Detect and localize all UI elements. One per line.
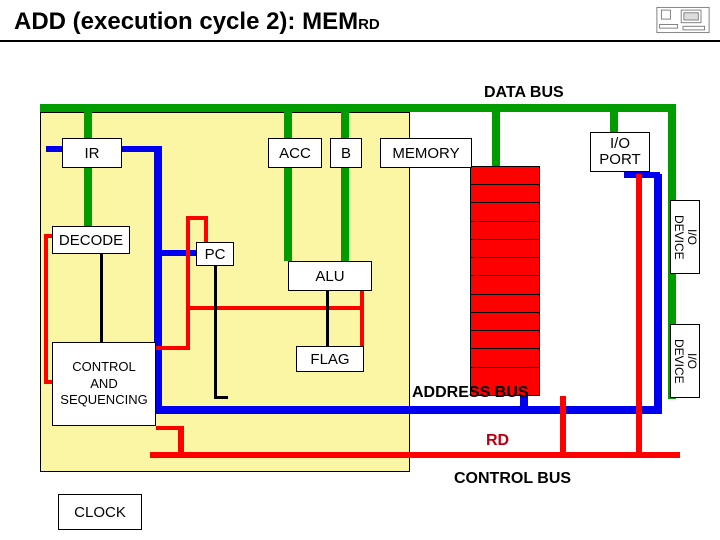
control-bus-riser-io	[636, 174, 642, 458]
pc-register: PC	[196, 242, 234, 266]
title-main: ADD (execution cycle 2): MEM	[14, 8, 358, 35]
wire-decode-cas	[100, 254, 103, 342]
clock-block: CLOCK	[58, 494, 142, 530]
wire-databus-iop	[610, 104, 618, 132]
wire-alu-flag	[326, 290, 329, 346]
wire-databus-ir	[84, 104, 92, 138]
memory-row	[471, 240, 539, 258]
ir-label: IR	[85, 145, 100, 162]
memory-row	[471, 258, 539, 276]
clock-label: CLOCK	[74, 504, 126, 521]
rd-signal-label: RD	[486, 432, 509, 450]
wire-ctrl-cas-tap	[156, 426, 184, 430]
memory-row	[471, 276, 539, 294]
wire-cas-pc-drop	[204, 216, 208, 244]
io-device-2: I/O DEVICE	[670, 324, 700, 398]
flag-register: FLAG	[296, 346, 364, 372]
control-and-sequencing-block: CONTROL AND SEQUENCING	[52, 342, 156, 426]
memory-row	[471, 295, 539, 313]
memory-block: MEMORY	[380, 138, 472, 168]
alu-label: ALU	[315, 268, 344, 285]
title-sub: RD	[358, 16, 380, 33]
wire-addr-iop	[624, 172, 660, 178]
wire-acc-alu	[284, 168, 292, 261]
acc-register: ACC	[268, 138, 322, 168]
b-register: B	[330, 138, 362, 168]
wire-databus-b	[341, 104, 349, 138]
memory-label: MEMORY	[392, 145, 459, 162]
wire-ir-decode	[84, 168, 92, 226]
wire-pc-addr-h	[214, 396, 228, 399]
control-bus-riser-mem	[560, 396, 566, 458]
wire-databus-mem	[492, 104, 500, 166]
memory-row	[471, 203, 539, 221]
memory-row	[471, 222, 539, 240]
io-device-2-label: I/O DEVICE	[671, 325, 699, 397]
wire-b-alu	[341, 168, 349, 261]
diagram-stage: IR ACC B MEMORY I/O PORT DECODE PC ALU F…	[0, 46, 720, 540]
address-bus-main	[154, 406, 662, 414]
memory-row	[471, 349, 539, 367]
control-bus-label: CONTROL BUS	[454, 470, 571, 488]
b-label: B	[341, 145, 351, 162]
memory-row	[471, 313, 539, 331]
data-bus-label: DATA BUS	[484, 84, 564, 102]
wire-cas-vert-bus	[186, 216, 190, 346]
data-bus-main	[40, 104, 676, 112]
wire-pc-addr	[214, 266, 217, 396]
flag-label: FLAG	[310, 351, 349, 368]
address-bus-label: ADDRESS BUS	[412, 384, 528, 402]
io-port-block: I/O PORT	[590, 132, 650, 172]
memory-row	[471, 331, 539, 349]
address-bus-right	[654, 174, 662, 414]
wire-cas-h	[156, 346, 190, 350]
io-device-1-label: I/O DEVICE	[671, 201, 699, 273]
io-port-label: I/O PORT	[599, 136, 640, 169]
memory-row	[471, 167, 539, 185]
decode-label: DECODE	[59, 232, 123, 249]
pc-label: PC	[205, 246, 226, 263]
cas-label: CONTROL AND SEQUENCING	[60, 359, 147, 410]
io-device-1: I/O DEVICE	[670, 200, 700, 274]
wire-cas-alu-flag-h	[186, 306, 364, 310]
ir-register: IR	[62, 138, 122, 168]
wire-cas-to-decode	[44, 234, 52, 238]
alu-block: ALU	[288, 261, 372, 291]
wire-databus-acc	[284, 104, 292, 138]
memory-core	[470, 166, 540, 396]
computer-block-icon	[656, 6, 710, 34]
page-title: ADD (execution cycle 2): MEMRD	[14, 8, 706, 36]
decode-block: DECODE	[52, 226, 130, 254]
wire-cas-flag-v	[360, 306, 364, 350]
memory-row	[471, 185, 539, 203]
wire-cas-updown	[44, 234, 48, 382]
control-bus-main	[150, 452, 680, 458]
acc-label: ACC	[279, 145, 311, 162]
wire-ctrl-from-cas	[178, 426, 184, 456]
